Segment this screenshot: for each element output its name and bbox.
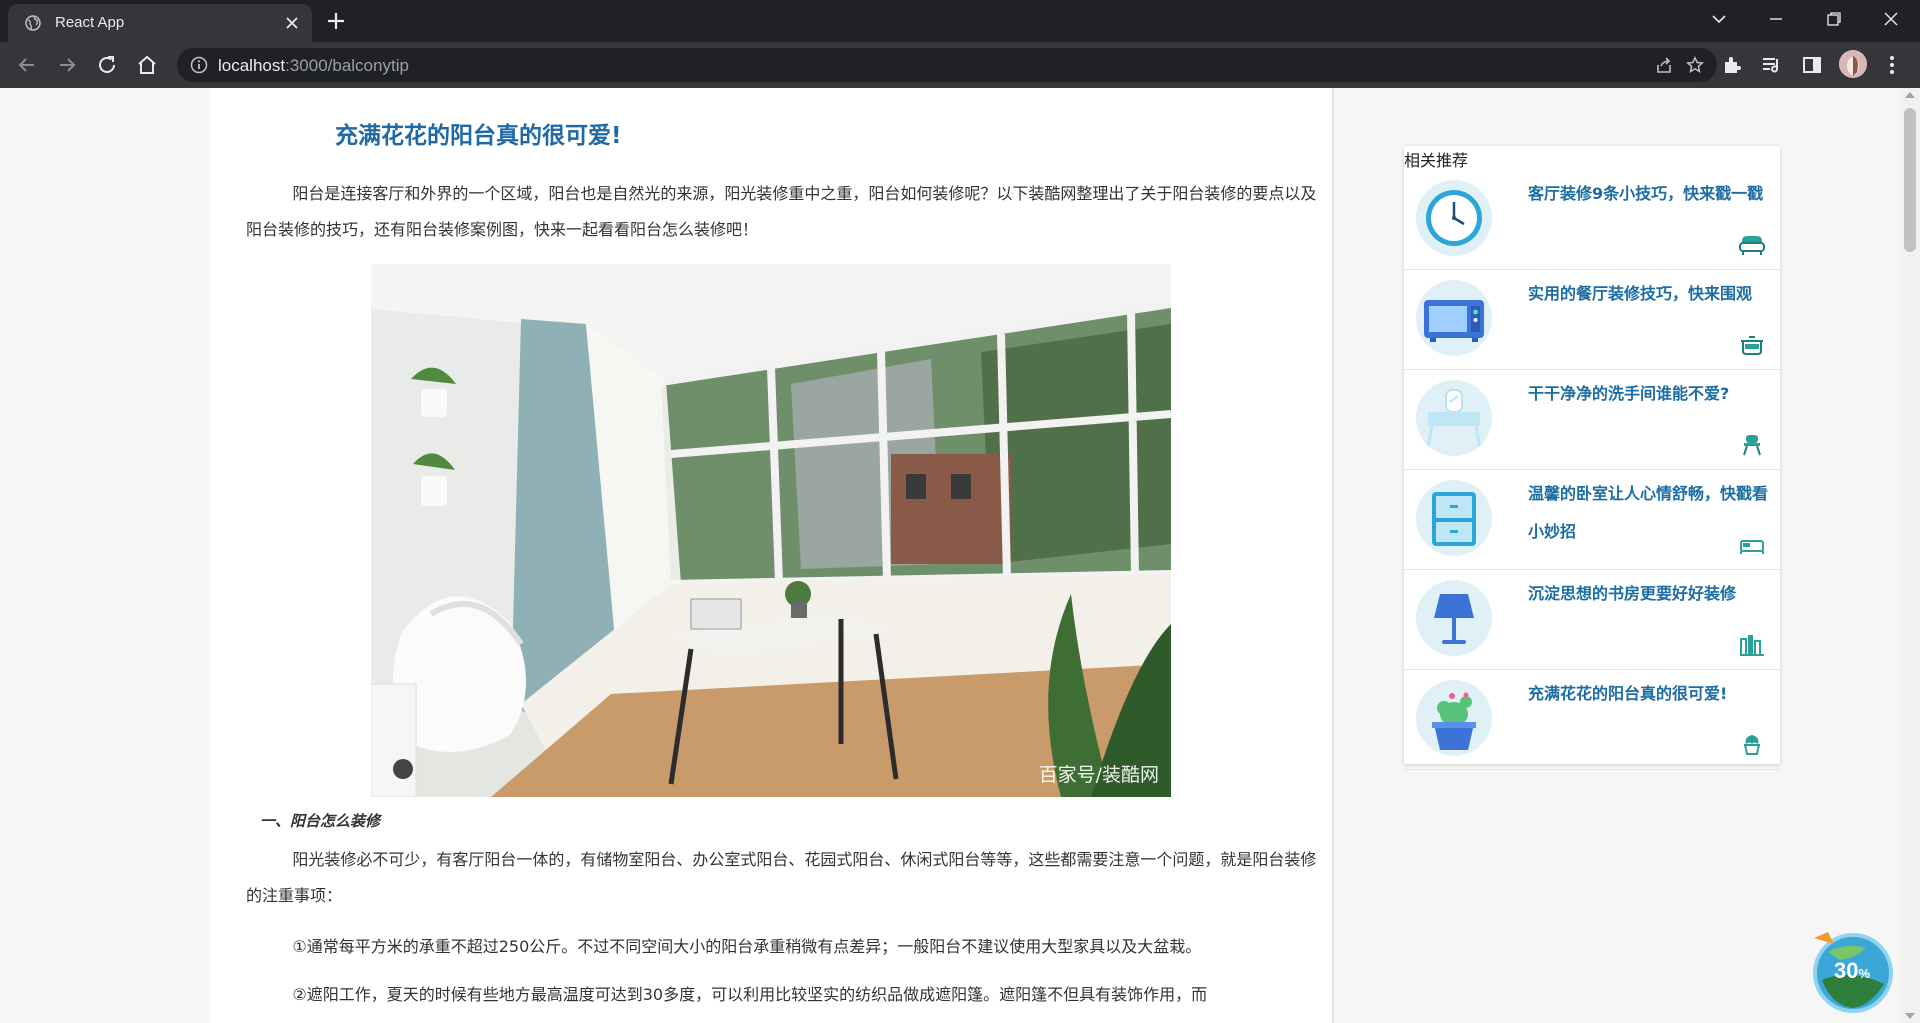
- bookmark-star-icon[interactable]: [1686, 56, 1704, 74]
- share-icon[interactable]: [1655, 56, 1673, 74]
- article-paragraph: ①通常每平方米的承重不超过250公斤。不过不同空间大小的阳台承重稍微有点差异；一…: [292, 937, 1202, 956]
- scroll-thumb[interactable]: [1904, 108, 1916, 252]
- page-scrollbar[interactable]: [1900, 88, 1920, 1023]
- side-panel-icon[interactable]: [1800, 53, 1824, 77]
- forward-icon[interactable]: [55, 53, 79, 77]
- close-window-icon[interactable]: [1876, 6, 1906, 32]
- rec-item-label[interactable]: 实用的餐厅装修技巧，快来围观: [1528, 275, 1776, 313]
- rec-item-label[interactable]: 干干净净的洗手间谁能不爱?: [1528, 375, 1776, 413]
- widget-percent-value: 30: [1834, 958, 1859, 983]
- widget-percent: 30%: [1834, 958, 1870, 984]
- related-recommendations: 相关推荐 客厅装修9条小技巧，快来戳一戳 实用的餐厅装修技巧，快来围观 干干净净…: [1404, 146, 1780, 770]
- url-host: localhost: [218, 56, 286, 75]
- floating-progress-widget[interactable]: 30%: [1810, 928, 1896, 1014]
- restore-icon[interactable]: [1819, 6, 1849, 32]
- new-tab-icon[interactable]: [325, 10, 347, 32]
- rec-item-study[interactable]: 沉淀思想的书房更要好好装修: [1404, 570, 1780, 670]
- vanity-table-icon: [1416, 380, 1492, 456]
- media-queue-icon[interactable]: [1760, 53, 1784, 77]
- extensions-icon[interactable]: [1720, 53, 1744, 77]
- browser-tab[interactable]: React App: [8, 4, 312, 42]
- page-viewport: 充满花花的阳台真的很可爱! 阳台是连接客厅和外界的一个区域，阳台也是自然光的来源…: [0, 88, 1920, 1023]
- url-text[interactable]: localhost:3000/balconytip: [218, 56, 409, 76]
- pot-icon: [1741, 336, 1763, 355]
- nightstand-icon: [1416, 480, 1492, 556]
- globe-icon: [25, 15, 41, 31]
- sofa-icon: [1739, 236, 1765, 255]
- profile-avatar[interactable]: [1839, 50, 1867, 78]
- plant-icon: [1743, 735, 1761, 755]
- widget-percent-unit: %: [1858, 966, 1871, 981]
- tab-search-icon[interactable]: [1704, 6, 1734, 32]
- image-watermark: 百家号/装酷网: [1038, 764, 1159, 786]
- browser-toolbar: localhost:3000/balconytip: [0, 42, 1920, 88]
- stool-icon: [1743, 435, 1761, 456]
- scroll-down-arrow-icon[interactable]: [1905, 1013, 1915, 1019]
- minimize-icon[interactable]: [1761, 6, 1791, 32]
- rec-item-dining-room[interactable]: 实用的餐厅装修技巧，快来围观: [1404, 270, 1780, 370]
- microwave-icon: [1416, 280, 1492, 356]
- bed-icon: [1740, 540, 1764, 554]
- rec-item-label[interactable]: 充满花花的阳台真的很可爱!: [1528, 675, 1776, 713]
- tab-title: React App: [55, 14, 125, 31]
- lamp-icon: [1416, 580, 1492, 656]
- site-info-icon[interactable]: [190, 56, 208, 74]
- cactus-pot-icon: [1416, 680, 1492, 756]
- section-heading: 一、阳台怎么装修: [260, 812, 381, 830]
- back-icon[interactable]: [15, 53, 39, 77]
- rec-item-bedroom[interactable]: 温馨的卧室让人心情舒畅，快戳看小妙招: [1404, 470, 1780, 570]
- close-tab-icon[interactable]: [282, 13, 302, 33]
- rec-item-balcony[interactable]: 充满花花的阳台真的很可爱!: [1404, 670, 1780, 770]
- rec-item-label[interactable]: 客厅装修9条小技巧，快来戳一戳: [1528, 175, 1776, 213]
- more-menu-icon[interactable]: [1880, 53, 1904, 77]
- rec-item-bathroom[interactable]: 干干净净的洗手间谁能不爱?: [1404, 370, 1780, 470]
- url-path: :3000/balconytip: [285, 56, 409, 75]
- reload-icon[interactable]: [95, 53, 119, 77]
- books-icon: [1740, 635, 1764, 656]
- article-paragraph: ②遮阳工作，夏天的时候有些地方最高温度可达到30多度，可以利用比较坚实的纺织品做…: [292, 985, 1208, 1004]
- balcony-photo: 百家号/装酷网: [371, 264, 1171, 797]
- clock-icon: [1416, 180, 1492, 256]
- rec-item-living-room[interactable]: 客厅装修9条小技巧，快来戳一戳: [1404, 170, 1780, 270]
- balcony-illustration: [371, 264, 1171, 797]
- browser-tab-bar: React App: [0, 0, 1920, 42]
- article-intro: 阳台是连接客厅和外界的一个区域，阳台也是自然光的来源，阳光装修重中之重，阳台如何…: [246, 184, 1317, 239]
- sidebar-title: 相关推荐: [1404, 151, 1469, 170]
- scroll-up-arrow-icon[interactable]: [1905, 92, 1915, 98]
- article-title: 充满花花的阳台真的很可爱!: [335, 123, 622, 149]
- article: 充满花花的阳台真的很可爱! 阳台是连接客厅和外界的一个区域，阳台也是自然光的来源…: [210, 88, 1334, 1023]
- article-paragraph: 阳光装修必不可少，有客厅阳台一体的，有储物室阳台、办公室式阳台、花园式阳台、休闲…: [246, 850, 1317, 905]
- home-icon[interactable]: [135, 53, 159, 77]
- address-bar[interactable]: localhost:3000/balconytip: [177, 48, 1717, 82]
- rec-item-label[interactable]: 沉淀思想的书房更要好好装修: [1528, 575, 1776, 613]
